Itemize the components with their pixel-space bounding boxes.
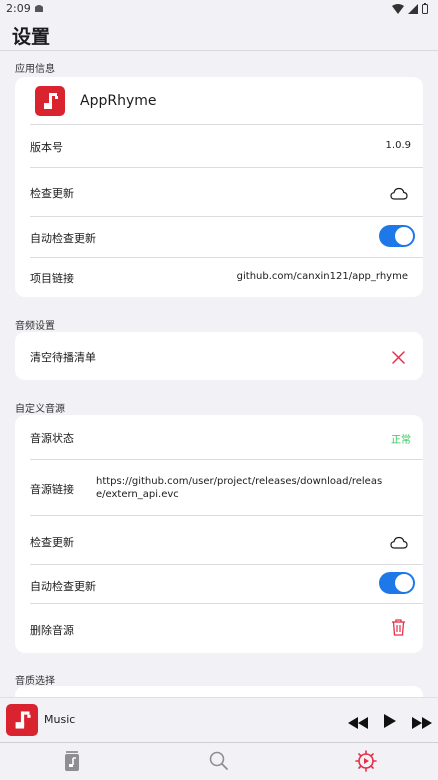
- app-header: 设置: [0, 18, 438, 51]
- cloud-icon[interactable]: [390, 534, 408, 553]
- close-icon[interactable]: [392, 349, 405, 368]
- source-status-value: 正常: [391, 435, 411, 446]
- section-title-quality: 音质选择: [15, 676, 55, 687]
- app-logo: [35, 86, 65, 116]
- delete-source-label: 删除音源: [30, 624, 74, 637]
- status-bar: 2:09: [0, 0, 438, 18]
- tab-bar: [0, 742, 438, 780]
- auto-check-toggle[interactable]: [379, 225, 415, 247]
- mini-player[interactable]: Music: [0, 697, 438, 743]
- notification-icon: [34, 3, 44, 16]
- source-link-label: 音源链接: [30, 483, 74, 496]
- search-icon[interactable]: [205, 749, 233, 773]
- delete-source-row[interactable]: 删除音源: [15, 604, 423, 653]
- source-auto-check-toggle[interactable]: [379, 572, 415, 594]
- library-icon[interactable]: [58, 749, 86, 773]
- player-artwork[interactable]: [6, 704, 38, 736]
- app-name: AppRhyme: [80, 93, 157, 109]
- source-check-update-label: 检查更新: [30, 536, 74, 549]
- wifi-icon: [392, 3, 404, 14]
- app-info-card: AppRhyme 版本号 1.0.9 检查更新 自动检查更新 项目链接 gith…: [15, 77, 423, 297]
- app-identity-row: AppRhyme: [15, 77, 423, 124]
- music-note-icon: [15, 711, 31, 729]
- auto-check-row: 自动检查更新: [15, 217, 423, 257]
- section-title-audio-settings: 音频设置: [15, 321, 55, 332]
- page-title: 设置: [12, 26, 51, 48]
- check-update-row[interactable]: 检查更新: [15, 168, 423, 216]
- source-link-row[interactable]: 音源链接 https://github.com/user/project/rel…: [15, 460, 423, 515]
- cloud-icon[interactable]: [390, 185, 408, 204]
- source-link-value[interactable]: https://github.com/user/project/releases…: [96, 475, 386, 501]
- source-check-update-row[interactable]: 检查更新: [15, 516, 423, 564]
- source-auto-check-row: 自动检查更新: [15, 565, 423, 603]
- player-track-title[interactable]: Music: [44, 713, 75, 726]
- source-status-label: 音源状态: [30, 432, 74, 445]
- check-update-label: 检查更新: [30, 187, 74, 200]
- signal-icon: [408, 3, 418, 14]
- custom-source-card: 音源状态 正常 音源链接 https://github.com/user/pro…: [15, 415, 423, 653]
- source-auto-check-label: 自动检查更新: [30, 580, 96, 593]
- settings-icon[interactable]: [352, 749, 380, 773]
- trash-icon[interactable]: [391, 618, 406, 640]
- source-status-row: 音源状态 正常: [15, 415, 423, 459]
- version-value: 1.0.9: [385, 140, 411, 151]
- audio-settings-card: 清空待播清单: [15, 332, 423, 380]
- section-title-app-info: 应用信息: [15, 64, 55, 75]
- music-note-icon: [44, 93, 58, 109]
- clear-queue-row[interactable]: 清空待播清单: [15, 332, 423, 380]
- section-title-custom-source: 自定义音源: [15, 404, 65, 415]
- fast-forward-icon[interactable]: [412, 714, 432, 733]
- clear-queue-label: 清空待播清单: [30, 351, 96, 364]
- play-icon[interactable]: [384, 713, 396, 732]
- system-icons: [392, 3, 428, 14]
- battery-icon: [422, 3, 428, 14]
- version-label: 版本号: [30, 141, 63, 154]
- project-link-row[interactable]: 项目链接 github.com/canxin121/app_rhyme: [15, 258, 423, 297]
- rewind-icon[interactable]: [348, 714, 368, 733]
- status-time: 2:09: [6, 2, 31, 15]
- project-link-value[interactable]: github.com/canxin121/app_rhyme: [237, 271, 408, 282]
- version-row: 版本号 1.0.9: [15, 125, 423, 167]
- auto-check-label: 自动检查更新: [30, 232, 96, 245]
- project-link-label: 项目链接: [30, 272, 74, 285]
